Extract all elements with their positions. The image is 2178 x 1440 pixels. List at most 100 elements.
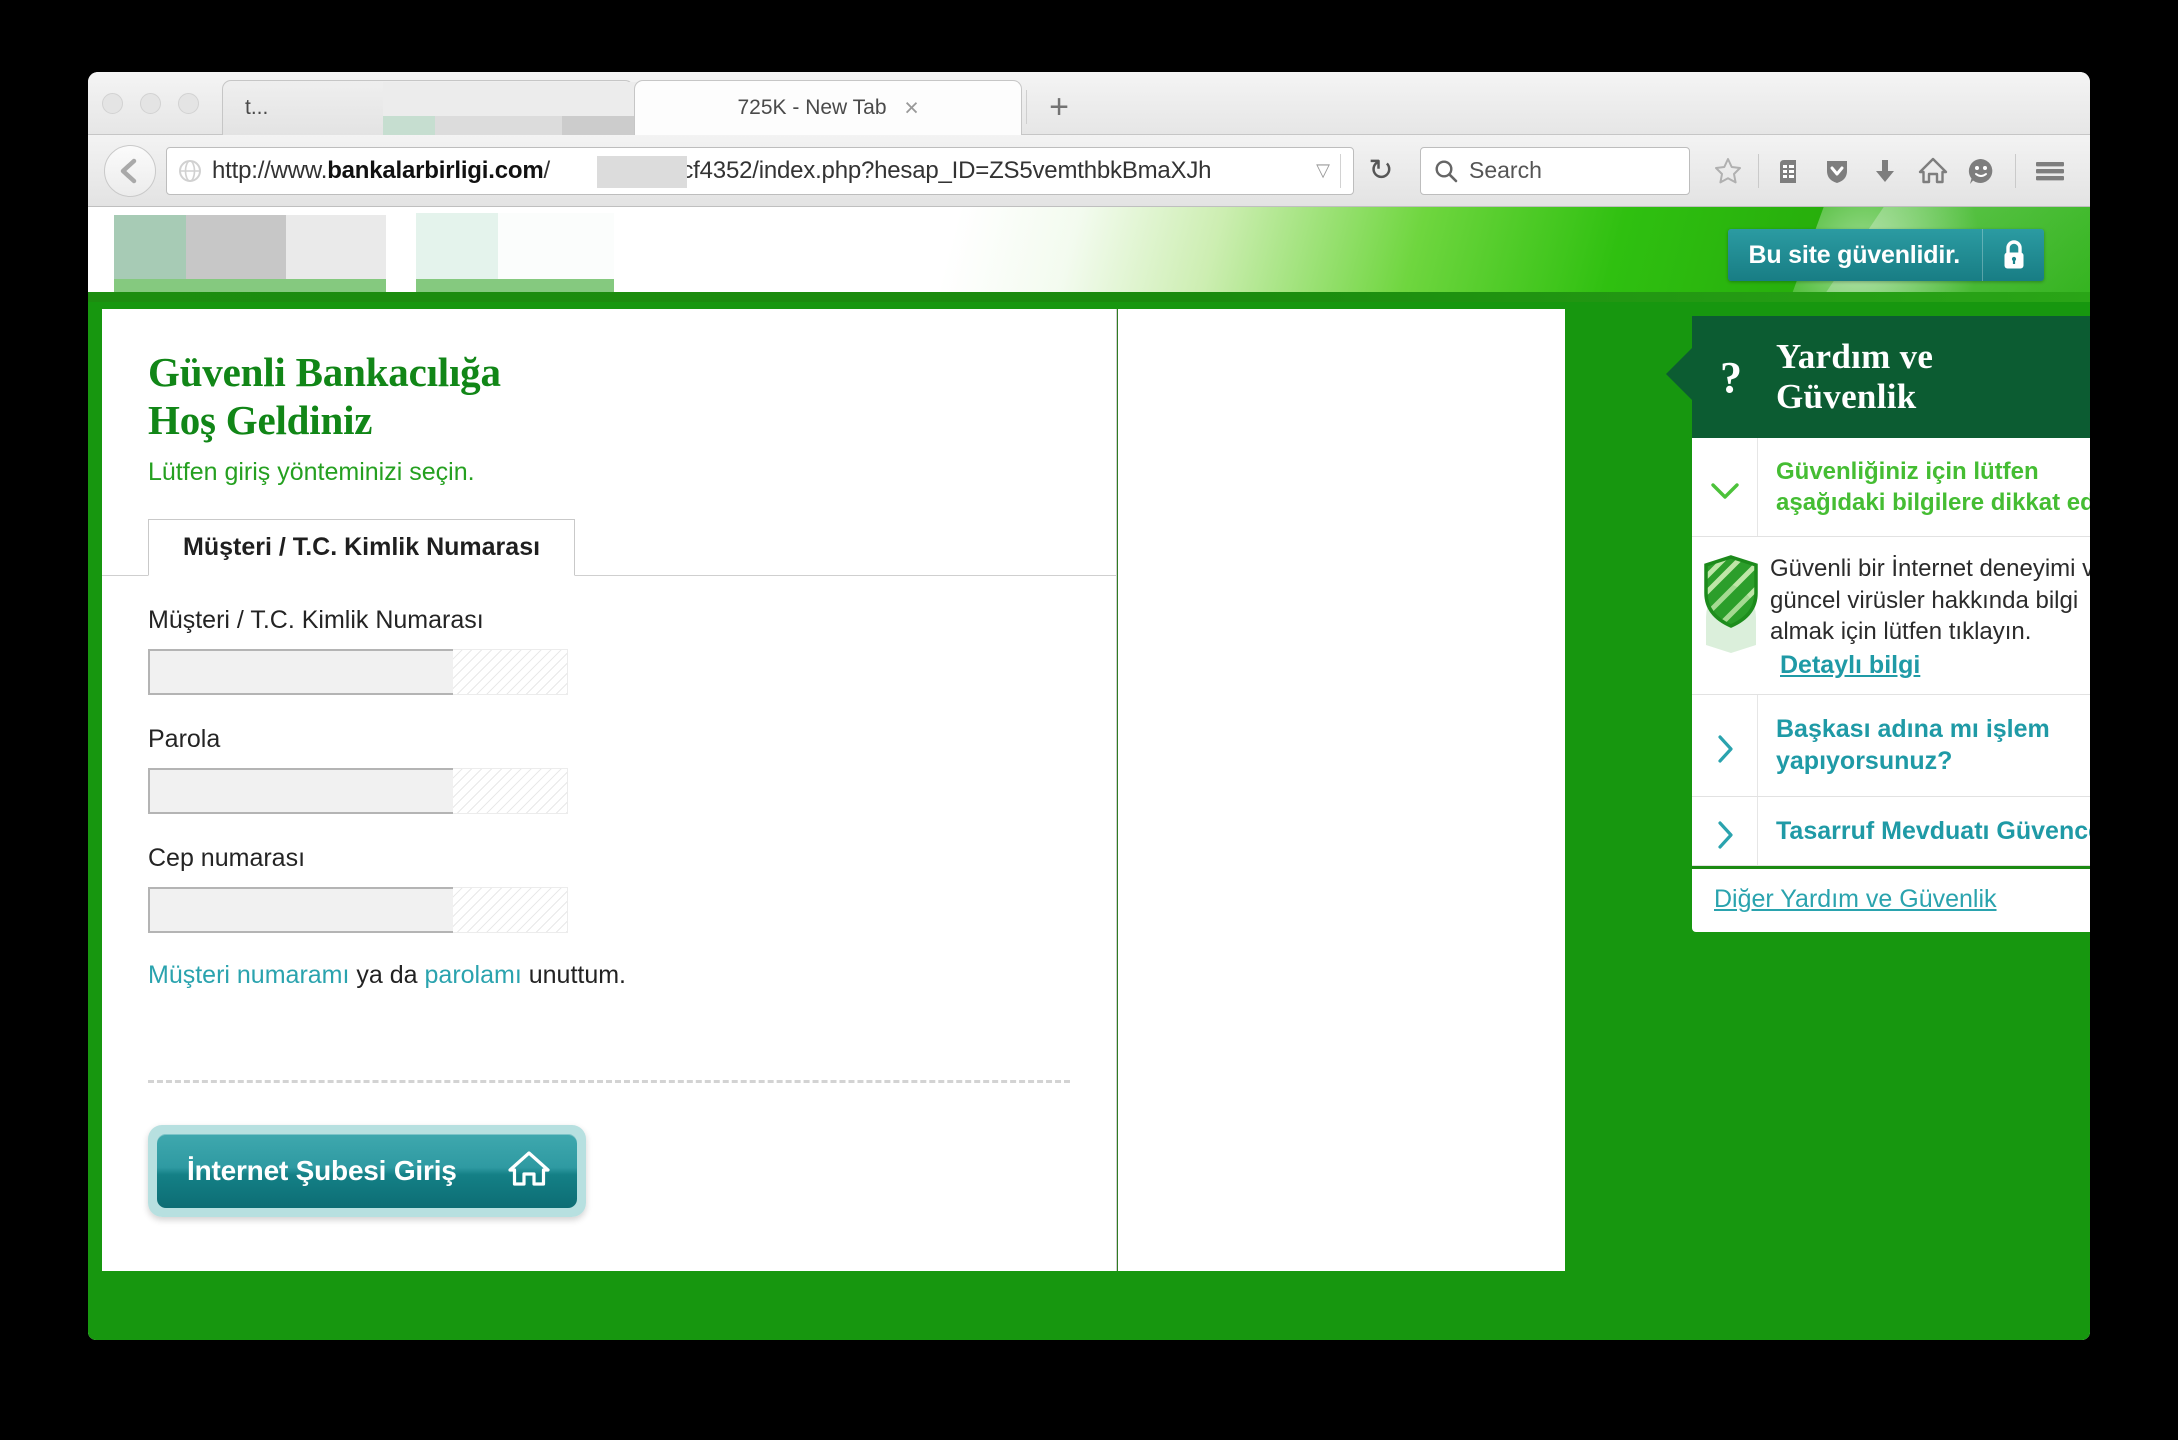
- page-title-line2: Hoş Geldiniz: [148, 396, 373, 443]
- browser-tab-1[interactable]: 725K - New Tab ×: [634, 80, 1022, 135]
- help-shield-row: Güvenli bir İnternet deneyimi ve güncel …: [1692, 537, 2090, 695]
- forgot-credentials-line: Müşteri numaramı ya da parolamı unuttum.: [148, 961, 1070, 990]
- browser-window: t... × 725K - New Tab × +: [88, 72, 2090, 1340]
- url-dropdown-icon[interactable]: ▽: [1306, 160, 1330, 181]
- help-panel-title: Yardım ve Güvenlik: [1776, 337, 1933, 417]
- tab-strip: t... × 725K - New Tab × +: [88, 72, 2090, 174]
- login-button-wrapper: İnternet Şubesi Giriş: [148, 1125, 586, 1218]
- browser-tab-0[interactable]: t... ×: [222, 80, 853, 174]
- help-panel-title-line2: Güvenlik: [1776, 377, 1917, 416]
- search-icon: [1435, 159, 1458, 182]
- pocket-shield-icon[interactable]: [1813, 147, 1861, 195]
- browser-tab-1-close-icon[interactable]: ×: [899, 95, 925, 121]
- chevron-right-icon: [1692, 796, 1758, 866]
- content-area: Güvenli Bankacılığa Hoş Geldiniz Lütfen …: [88, 302, 2090, 1340]
- password-field[interactable]: [148, 768, 453, 815]
- search-input[interactable]: Search: [1420, 146, 1690, 195]
- help-panel-title-line1: Yardım ve: [1776, 337, 1934, 377]
- home-icon: [507, 1149, 551, 1194]
- mobile-number-field[interactable]: [148, 887, 453, 934]
- question-mark-icon: ?: [1720, 352, 1742, 402]
- redaction-block: [286, 215, 386, 279]
- field-group-customer-id: Müşteri / T.C. Kimlik Numarası: [148, 606, 1070, 696]
- back-arrow-icon: [120, 158, 137, 183]
- help-link-row-1[interactable]: Tasarruf Mevduatı Güvencesi: [1692, 796, 2090, 867]
- url-text: http://www.bankalarbirligi.com/_3acf4352…: [212, 156, 1212, 184]
- maximize-window-button[interactable]: [178, 93, 199, 114]
- close-window-button[interactable]: [102, 93, 123, 114]
- field-group-password: Parola: [148, 725, 1070, 815]
- mobile-number-label: Cep numarası: [148, 844, 306, 873]
- page-subtitle: Lütfen giriş yönteminizi seçin.: [148, 458, 475, 487]
- redaction-block: [597, 155, 687, 188]
- chevron-down-icon: [1692, 438, 1758, 537]
- hamburger-menu-icon[interactable]: [2026, 147, 2074, 195]
- forgot-tail-text: unuttum.: [521, 961, 627, 990]
- tab-divider: [1026, 90, 1027, 124]
- customer-id-field[interactable]: [148, 649, 453, 696]
- field-hatch-decoration: [453, 887, 568, 934]
- login-submit-button-label: İnternet Şubesi Giriş: [187, 1155, 457, 1187]
- field-hatch-decoration: [453, 768, 568, 815]
- banner-bottom-bar: [88, 292, 2090, 302]
- page-viewport: Bu site güvenlidir. Güvenli Bankacılığa …: [88, 207, 2090, 1340]
- tab-customer-id[interactable]: Müşteri / T.C. Kimlik Numarası: [148, 519, 576, 577]
- chevron-right-icon: [1692, 694, 1758, 796]
- divider: [1340, 153, 1341, 188]
- divider: [1758, 153, 1759, 188]
- customer-id-field-row: [148, 649, 568, 696]
- help-panel-header: ? Yardım ve Güvenlik: [1666, 316, 2090, 438]
- page-title: Güvenli Bankacılığa Hoş Geldiniz: [148, 349, 1070, 444]
- secure-site-badge: Bu site güvenlidir.: [1728, 229, 2044, 281]
- back-button[interactable]: [104, 144, 156, 197]
- help-and-security-panel: ? Yardım ve Güvenlik Güvenliğiniz için l…: [1666, 316, 2090, 933]
- window-controls: [102, 93, 199, 114]
- shield-icon: [1692, 537, 1770, 694]
- help-panel-notch: [1666, 348, 1692, 400]
- mobile-number-field-row: [148, 887, 568, 934]
- star-icon[interactable]: [1704, 147, 1752, 195]
- redaction-block: [114, 215, 186, 279]
- site-banner: Bu site güvenlidir.: [88, 207, 2090, 302]
- lock-icon: [1982, 229, 2044, 281]
- reader-list-icon[interactable]: [1765, 147, 1813, 195]
- secondary-panel: [1117, 309, 1565, 1271]
- page-title-line1: Güvenli Bankacılığa: [148, 349, 501, 395]
- forgot-customer-number-link[interactable]: Müşteri numaramı: [148, 961, 349, 989]
- forgot-middle-text: ya da: [349, 961, 425, 990]
- login-method-tabs: Müşteri / T.C. Kimlik Numarası: [102, 519, 1116, 577]
- help-panel-footer: Diğer Yardım ve Güvenlik: [1692, 866, 2090, 933]
- help-link-label-0: Başkası adına mı işlem yapıyorsunuz?: [1776, 714, 2050, 776]
- divider: [2015, 153, 2016, 188]
- reload-button[interactable]: ↻: [1358, 148, 1404, 194]
- forgot-password-link[interactable]: parolamı: [425, 961, 522, 989]
- detailed-info-link[interactable]: Detaylı bilgi: [1780, 651, 1920, 680]
- login-submit-button[interactable]: İnternet Şubesi Giriş: [157, 1134, 577, 1209]
- redaction-block: [186, 215, 286, 279]
- help-shield-text-block: Güvenli bir İnternet deneyimi ve güncel …: [1770, 537, 2090, 694]
- field-group-mobile: Cep numarası: [148, 844, 1070, 934]
- customer-id-label: Müşteri / T.C. Kimlik Numarası: [148, 606, 484, 635]
- home-icon[interactable]: [1909, 147, 1957, 195]
- url-bar[interactable]: http://www.bankalarbirligi.com/_3acf4352…: [166, 146, 1354, 195]
- secure-site-badge-label: Bu site güvenlidir.: [1728, 229, 1982, 281]
- navigation-toolbar: http://www.bankalarbirligi.com/_3acf4352…: [88, 135, 2090, 207]
- help-notice-row: Güvenliğiniz için lütfen aşağıdaki bilgi…: [1692, 438, 2090, 538]
- form-divider: [148, 1080, 1070, 1084]
- help-notice-text: Güvenliğiniz için lütfen aşağıdaki bilgi…: [1776, 458, 2090, 517]
- password-label: Parola: [148, 725, 221, 754]
- smiley-icon[interactable]: [1957, 147, 2005, 195]
- search-placeholder: Search: [1469, 157, 1542, 183]
- redaction-block: [416, 213, 498, 279]
- browser-tab-1-title: 725K - New Tab: [737, 96, 887, 119]
- download-icon[interactable]: [1861, 147, 1909, 195]
- help-link-label-1: Tasarruf Mevduatı Güvencesi: [1776, 816, 2090, 845]
- login-card: Güvenli Bankacılığa Hoş Geldiniz Lütfen …: [102, 309, 1117, 1271]
- toolbar-icon-group: [1704, 147, 2074, 195]
- field-hatch-decoration: [453, 649, 568, 696]
- other-help-and-security-link[interactable]: Diğer Yardım ve Güvenlik: [1714, 885, 1997, 913]
- help-link-row-0[interactable]: Başkası adına mı işlem yapıyorsunuz?: [1692, 694, 2090, 797]
- minimize-window-button[interactable]: [140, 93, 161, 114]
- new-tab-button[interactable]: +: [1040, 90, 1078, 128]
- globe-icon: [179, 159, 201, 182]
